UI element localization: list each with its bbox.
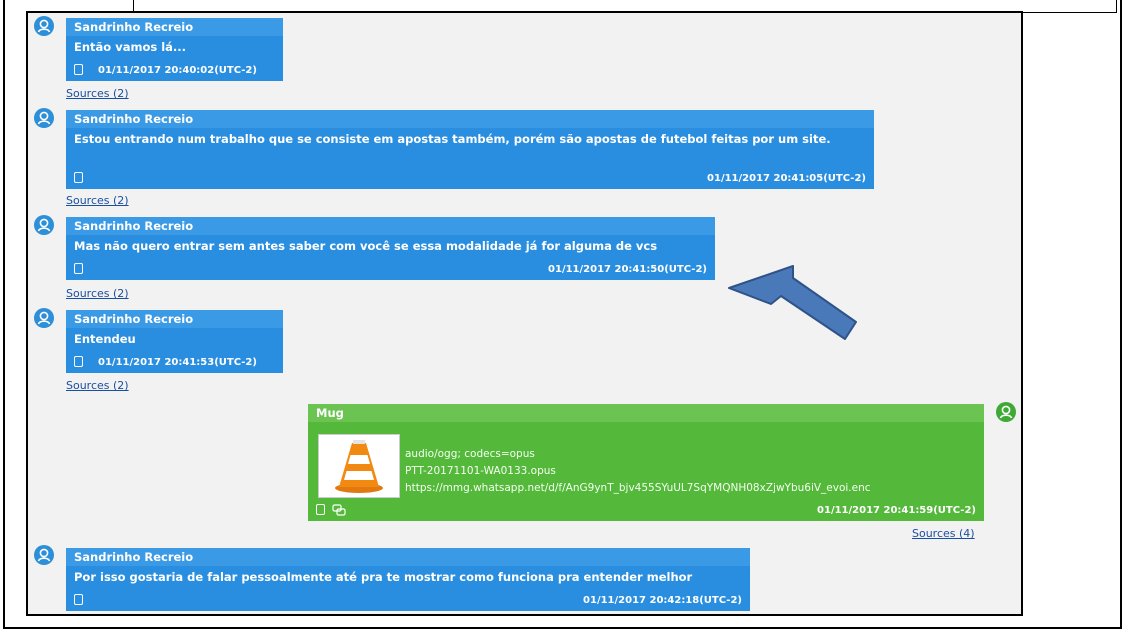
message-timestamp: 01/11/2017 20:41:05(UTC-2) xyxy=(707,173,866,184)
user-avatar-icon xyxy=(34,16,54,36)
message-footer: 01/11/2017 20:40:02(UTC-2) xyxy=(74,64,275,77)
message-footer: 01/11/2017 20:41:59(UTC-2) xyxy=(316,504,976,517)
sources-link[interactable]: Sources (4) xyxy=(912,527,975,540)
message-bubble[interactable]: Sandrinho Recreio Mas não quero entrar s… xyxy=(66,217,715,280)
message-footer: 01/11/2017 20:41:05(UTC-2) xyxy=(74,172,866,185)
user-avatar-icon xyxy=(34,215,54,235)
message-text: Estou entrando num trabalho que se consi… xyxy=(74,132,831,146)
user-avatar-icon xyxy=(34,108,54,128)
message-bubble[interactable]: Sandrinho Recreio Então vamos lá... 01/1… xyxy=(66,18,283,81)
sender-name: Sandrinho Recreio xyxy=(66,310,283,328)
attachment-filename: PTT-20171101-WA0133.opus xyxy=(405,465,556,477)
message-bubble[interactable]: Sandrinho Recreio Estou entrando num tra… xyxy=(66,110,874,189)
user-avatar-icon xyxy=(34,545,54,565)
message-text: Mas não quero entrar sem antes saber com… xyxy=(74,239,658,253)
sender-name: Sandrinho Recreio xyxy=(66,110,874,128)
mobile-device-icon xyxy=(316,504,325,515)
sources-link[interactable]: Sources (2) xyxy=(66,87,129,100)
message-text: Entendeu xyxy=(74,332,136,346)
attachment-url[interactable]: https://mmg.whatsapp.net/d/f/AnG9ynT_bjv… xyxy=(405,480,871,497)
message-bubble[interactable]: Sandrinho Recreio Entendeu 01/11/2017 20… xyxy=(66,310,283,373)
sources-link[interactable]: Sources (2) xyxy=(66,287,129,300)
vlc-cone-icon xyxy=(335,440,383,493)
message-timestamp: 01/11/2017 20:40:02(UTC-2) xyxy=(98,65,257,76)
message-bubble-outgoing[interactable]: Mug audio/ogg; codecs=opus PTT-20171101-… xyxy=(308,404,984,521)
attachment-details: audio/ogg; codecs=opus PTT-20171101-WA01… xyxy=(405,446,871,497)
sources-link[interactable]: Sources (2) xyxy=(66,194,129,207)
annotation-arrow xyxy=(727,265,862,364)
sources-link[interactable]: Sources (2) xyxy=(66,379,129,392)
chat-bubbles-icon xyxy=(332,504,346,516)
message-timestamp: 01/11/2017 20:41:59(UTC-2) xyxy=(817,505,976,516)
sender-name: Mug xyxy=(308,404,984,422)
message-text: Então vamos lá... xyxy=(74,40,187,54)
mobile-device-icon xyxy=(74,64,83,75)
attachment-mime: audio/ogg; codecs=opus xyxy=(405,448,535,460)
message-bubble[interactable]: Sandrinho Recreio Por isso gostaria de f… xyxy=(66,548,750,611)
mobile-device-icon xyxy=(74,172,83,183)
sender-name: Sandrinho Recreio xyxy=(66,18,283,36)
user-avatar-icon xyxy=(34,308,54,328)
message-footer: 01/11/2017 20:42:18(UTC-2) xyxy=(74,594,742,607)
message-timestamp: 01/11/2017 20:42:18(UTC-2) xyxy=(583,595,742,606)
mobile-device-icon xyxy=(74,263,83,274)
message-timestamp: 01/11/2017 20:41:53(UTC-2) xyxy=(98,357,257,368)
chat-panel: Sandrinho Recreio Então vamos lá... 01/1… xyxy=(26,11,1023,616)
sender-name: Sandrinho Recreio xyxy=(66,548,750,566)
message-footer: 01/11/2017 20:41:50(UTC-2) xyxy=(74,263,707,276)
attachment-thumbnail[interactable] xyxy=(318,434,400,498)
message-timestamp: 01/11/2017 20:41:50(UTC-2) xyxy=(548,264,707,275)
mobile-device-icon xyxy=(74,356,83,367)
user-avatar-icon xyxy=(996,402,1016,422)
sender-name: Sandrinho Recreio xyxy=(66,217,715,235)
message-text: Por isso gostaria de falar pessoalmente … xyxy=(74,570,693,584)
message-footer: 01/11/2017 20:41:53(UTC-2) xyxy=(74,356,275,369)
mobile-device-icon xyxy=(74,594,83,605)
